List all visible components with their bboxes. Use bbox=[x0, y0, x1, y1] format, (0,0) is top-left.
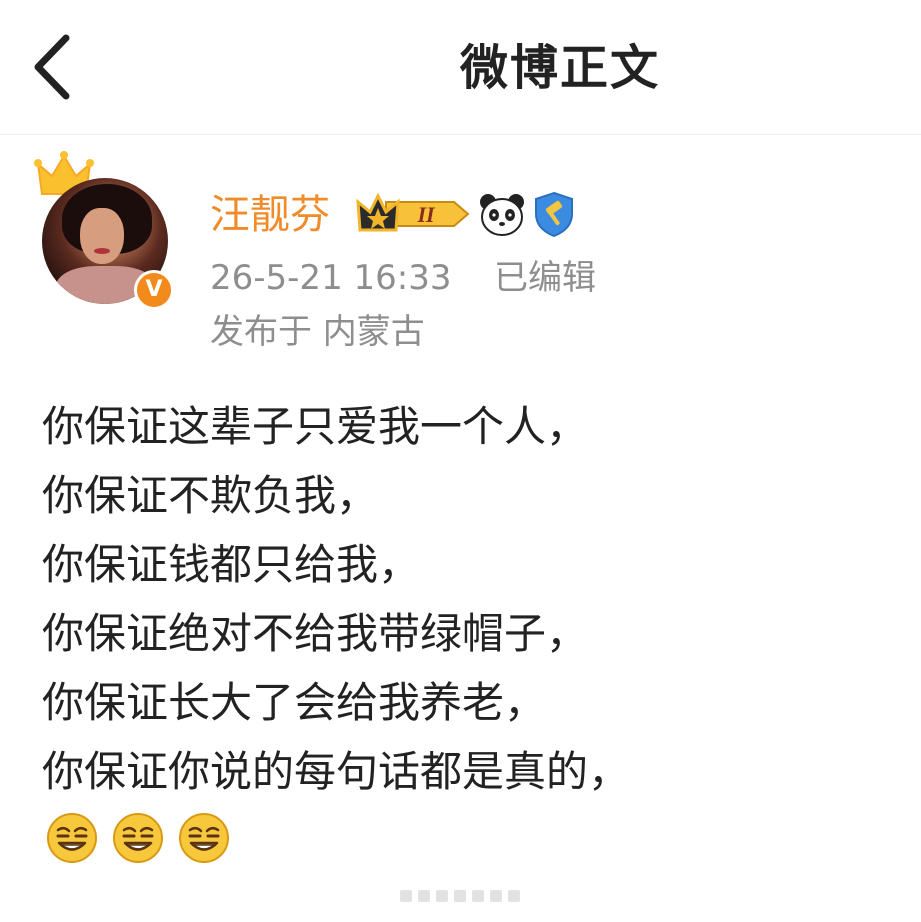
top-nav-bar: 微博正文 bbox=[0, 0, 921, 135]
crown-level-badge[interactable]: II bbox=[356, 190, 470, 238]
back-button[interactable] bbox=[30, 32, 80, 102]
emoji-row bbox=[46, 812, 244, 863]
verified-badge: V bbox=[134, 270, 174, 310]
author-avatar-container[interactable]: V bbox=[34, 150, 174, 310]
post-text-line: 你保证长大了会给我养老， bbox=[42, 678, 547, 727]
post-content: 你保证这辈子只爱我一个人， 你保证不欺负我， 你保证钱都只给我， 你保证绝对不给… bbox=[42, 392, 902, 806]
chevron-left-icon bbox=[34, 34, 70, 100]
post-location: 发布于 内蒙古 bbox=[210, 312, 425, 352]
panda-icon[interactable] bbox=[478, 190, 526, 238]
edited-label[interactable]: 已编辑 bbox=[494, 256, 596, 300]
avatar-lips bbox=[94, 248, 110, 254]
post-timestamp: 26-5-21 16:33 bbox=[210, 258, 452, 298]
post-text-line: 你保证这辈子只爱我一个人， bbox=[42, 402, 589, 451]
post-text-line: 你保证不欺负我， bbox=[42, 471, 379, 520]
smirk-emoji bbox=[47, 813, 97, 863]
avatar-face bbox=[80, 208, 124, 264]
post-text-line: 你保证钱都只给我， bbox=[42, 540, 421, 589]
gavel-shield-icon[interactable] bbox=[532, 190, 576, 238]
post-text-line: 你保证你说的每句话都是真的， bbox=[42, 747, 631, 796]
page-title: 微博正文 bbox=[460, 40, 661, 96]
level-label: II bbox=[416, 202, 436, 227]
smirk-emoji bbox=[113, 813, 163, 863]
author-name[interactable]: 汪靓芬 bbox=[210, 188, 330, 242]
watermark-logo bbox=[400, 890, 520, 902]
post-text-line: 你保证绝对不给我带绿帽子， bbox=[42, 609, 589, 658]
smirk-emoji bbox=[179, 813, 229, 863]
